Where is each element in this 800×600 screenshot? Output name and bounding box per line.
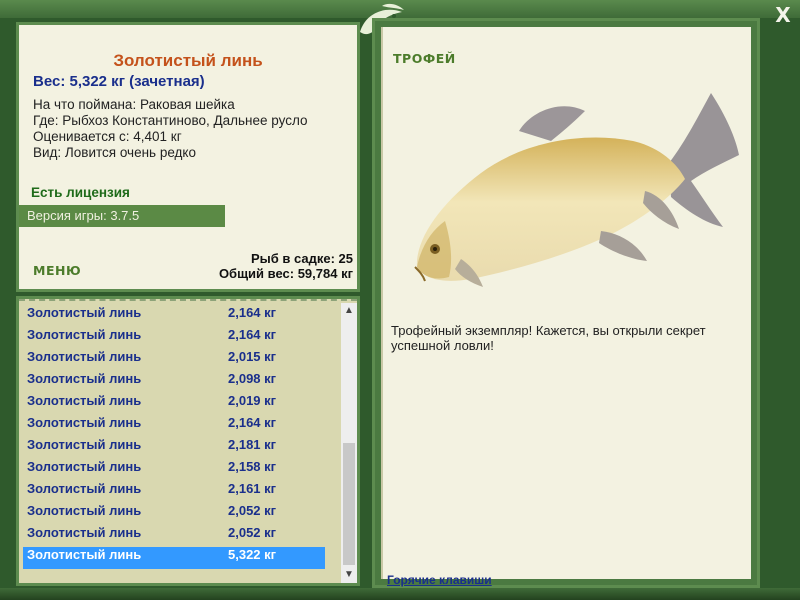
list-item[interactable]: Золотистый линь 5,322 кг (23, 547, 325, 569)
catch-list-panel: Золотистый линь 2,164 кг Золотистый линь 2,… (16, 296, 360, 586)
fish-weight: 2,098 кг (228, 371, 277, 386)
fish-weight: 2,015 кг (228, 349, 277, 364)
fish-name: Золотистый линь (27, 415, 142, 430)
fish-weight: 2,052 кг (228, 503, 277, 518)
valued-info: Оценивается с: 4,401 кг (33, 129, 182, 144)
golden-tench-image (414, 93, 739, 287)
list-item[interactable]: Золотистый линь 2,164 кг (23, 415, 325, 437)
fish-weight: 2,161 кг (228, 481, 277, 496)
fish-name: Золотистый линь (27, 437, 142, 452)
trophy-label: ТРОФЕЙ (393, 51, 456, 66)
fish-name: Золотистый линь (27, 393, 142, 408)
trophy-panel: ТРОФЕЙ Трофейный экземпляр! Кажется, вы … (372, 18, 760, 588)
species-info: Вид: Ловится очень редко (33, 145, 197, 160)
fish-weight: 2,158 кг (228, 459, 277, 474)
fish-name: Золотистый линь (27, 305, 142, 320)
cage-total-weight: Общий вес: 59,784 кг (218, 266, 353, 281)
fish-weight: 2,052 кг (228, 525, 277, 540)
fish-name: Золотистый линь (27, 525, 142, 540)
fish-weight: 2,164 кг (228, 327, 277, 342)
fish-name: Золотистый линь (27, 349, 142, 364)
menu-button[interactable]: МЕНЮ (33, 263, 81, 278)
fish-info-panel: Золотистый линь Вес: 5,322 кг (зачетная)… (16, 22, 360, 292)
hotkeys-link[interactable]: Горячие клавиши (387, 573, 492, 587)
fish-name: Золотистый линь (27, 459, 142, 474)
list-item[interactable]: Золотистый линь 2,052 кг (23, 525, 325, 547)
fish-weight: 2,019 кг (228, 393, 277, 408)
chevron-up-icon[interactable]: ▲ (341, 303, 357, 319)
list-item[interactable]: Золотистый линь 2,164 кг (23, 327, 325, 349)
window-frame-bottom (0, 588, 800, 600)
bait-info: На что поймана: Раковая шейка (33, 97, 235, 112)
fish-name-title: Золотистый линь (113, 51, 263, 70)
trophy-content: ТРОФЕЙ Трофейный экземпляр! Кажется, вы … (381, 27, 751, 587)
list-item[interactable]: Золотистый линь 2,019 кг (23, 393, 325, 415)
trophy-message: Трофейный экземпляр! Кажется, вы открыли… (391, 323, 706, 353)
game-version-bar: Версия игры: 3.7.5 (19, 205, 225, 227)
fish-name: Золотистый линь (27, 327, 142, 342)
close-button[interactable]: X (772, 4, 794, 26)
fish-name: Золотистый линь (27, 481, 142, 496)
list-item[interactable]: Золотистый линь 2,161 кг (23, 481, 325, 503)
fish-weight: 2,181 кг (228, 437, 277, 452)
fish-weight: Вес: 5,322 кг (зачетная) (33, 73, 205, 90)
divider (19, 299, 357, 301)
fish-name: Золотистый линь (27, 503, 142, 518)
catch-list: Золотистый линь 2,164 кг Золотистый линь 2,… (23, 305, 325, 569)
fish-weight: 5,322 кг (228, 547, 277, 562)
fish-name: Золотистый линь (27, 547, 142, 562)
cage-fish-count: Рыб в садке: 25 (250, 251, 353, 266)
chevron-down-icon[interactable]: ▼ (341, 567, 357, 583)
license-status: Есть лицензия (31, 185, 130, 200)
list-item[interactable]: Золотистый линь 2,164 кг (23, 305, 325, 327)
close-icon[interactable]: X (775, 3, 790, 27)
list-scrollbar[interactable]: ▲ ▼ (341, 303, 357, 583)
fish-weight: 2,164 кг (228, 415, 277, 430)
list-item[interactable]: Золотистый линь 2,181 кг (23, 437, 325, 459)
list-item[interactable]: Золотистый линь 2,052 кг (23, 503, 325, 525)
list-item[interactable]: Золотистый линь 2,015 кг (23, 349, 325, 371)
list-item[interactable]: Золотистый линь 2,098 кг (23, 371, 325, 393)
place-info: Где: Рыбхоз Константиново, Дальнее русло (33, 113, 308, 128)
scroll-thumb[interactable] (343, 443, 355, 565)
fish-weight: 2,164 кг (228, 305, 277, 320)
fish-name: Золотистый линь (27, 371, 142, 386)
list-item[interactable]: Золотистый линь 2,158 кг (23, 459, 325, 481)
